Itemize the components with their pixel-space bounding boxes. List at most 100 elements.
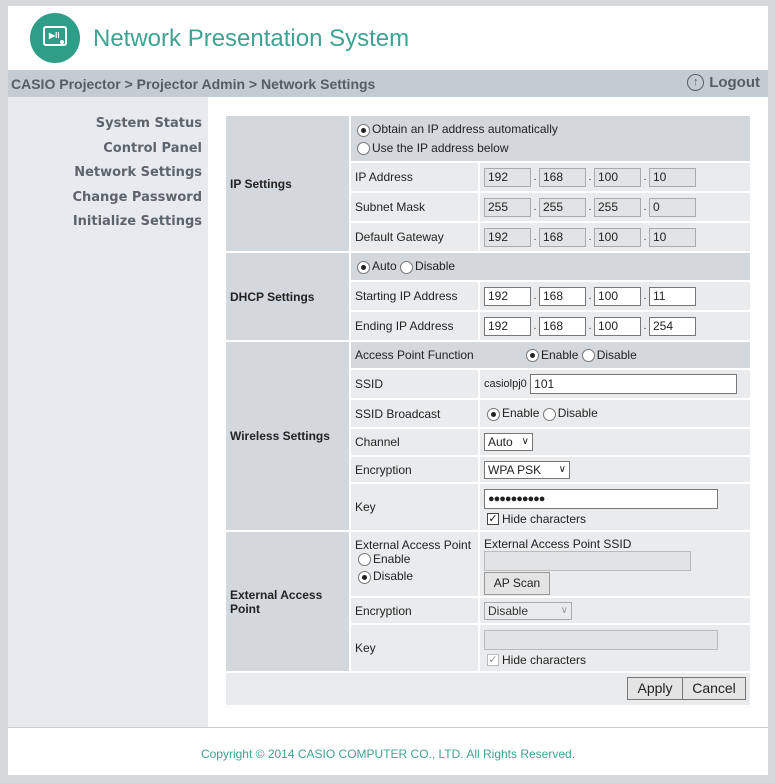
encryption-label: Encryption <box>351 457 480 484</box>
external-ap-enable-label: Enable <box>373 552 411 566</box>
starting-ip-octet-3[interactable]: 100 <box>594 286 641 306</box>
dhcp-disable-radio[interactable] <box>400 260 414 274</box>
starting-ip-octet-4[interactable]: 11 <box>649 286 696 306</box>
ending-ip-field: 192. 168. 100. 254 <box>480 312 750 342</box>
ip-address-octet-1[interactable]: 192 <box>484 167 531 187</box>
default-gateway-octet-4[interactable]: 10 <box>649 227 696 247</box>
external-access-point-label: External Access Point <box>226 532 351 673</box>
ap-scan-button[interactable]: AP Scan <box>484 572 550 595</box>
dhcp-auto-radio[interactable] <box>357 260 370 274</box>
channel-field: Auto ∨ <box>480 429 750 457</box>
ssid-prefix: casiolpj0 <box>484 378 527 391</box>
footer-divider <box>8 727 768 728</box>
external-ap-enable-radio[interactable] <box>358 553 371 567</box>
sidebar-item-change-password[interactable]: Change Password <box>72 190 202 205</box>
dhcp-disable-label: Disable <box>415 259 456 274</box>
ip-address-octet-3[interactable]: 100 <box>594 167 641 187</box>
ip-address-octet-2[interactable]: 168 <box>539 167 586 187</box>
hide-characters-checkbox[interactable]: ✓ <box>487 513 499 526</box>
ip-manual-label: Use the IP address below <box>372 140 509 155</box>
encryption-select[interactable]: WPA PSK ∨ <box>484 460 570 479</box>
subnet-mask-octet-3[interactable]: 255 <box>594 197 641 217</box>
external-ap-ssid-label: External Access Point SSID <box>484 537 632 551</box>
ip-address-label: IP Address <box>351 163 480 193</box>
dhcp-auto-label: Auto <box>372 259 397 274</box>
sidebar-item-system-status[interactable]: System Status <box>96 116 202 131</box>
subnet-mask-field: 255. 255. 255. 0 <box>480 193 750 223</box>
dhcp-mode-options: Auto Disable <box>351 253 750 282</box>
access-point-function-row: Access Point Function Enable Disable <box>351 342 750 370</box>
ending-ip-octet-4[interactable]: 254 <box>649 316 696 336</box>
external-encryption-value: Disable <box>488 603 529 618</box>
key-input[interactable]: ●●●●●●●●●● <box>484 488 718 509</box>
copyright: Copyright © 2014 CASIO COMPUTER CO., LTD… <box>200 747 576 761</box>
ssid-label: SSID <box>351 370 480 400</box>
encryption-value: WPA PSK <box>488 462 542 477</box>
ssid-input[interactable]: 101 <box>530 374 738 394</box>
sidebar-item-initialize-settings[interactable]: Initialize Settings <box>73 214 202 229</box>
chevron-down-icon: ∨ <box>558 463 566 475</box>
ip-mode-options: Obtain an IP address automatically Use t… <box>351 116 750 163</box>
channel-select[interactable]: Auto ∨ <box>484 433 533 451</box>
external-encryption-field: Disable ∨ <box>480 598 750 625</box>
subnet-mask-label: Subnet Mask <box>351 193 480 223</box>
chevron-down-icon: ∨ <box>560 604 568 616</box>
external-ap-function: External Access Point Enable Disable <box>351 532 480 598</box>
default-gateway-label: Default Gateway <box>351 223 480 253</box>
sidebar-item-network-settings[interactable]: Network Settings <box>74 165 202 180</box>
subnet-mask-octet-4[interactable]: 0 <box>649 197 696 217</box>
external-ap-ssid-field: External Access Point SSID AP Scan <box>480 532 750 598</box>
ip-address-octet-4[interactable]: 10 <box>649 167 696 187</box>
starting-ip-octet-1[interactable]: 192 <box>484 286 531 306</box>
default-gateway-octet-2[interactable]: 168 <box>539 227 586 247</box>
ssid-broadcast-options: Enable Disable <box>480 400 750 429</box>
external-key-input[interactable] <box>484 629 718 650</box>
ending-ip-octet-1[interactable]: 192 <box>484 316 531 336</box>
hide-characters-label: Hide characters <box>502 511 587 526</box>
logout-label: Logout <box>709 74 760 91</box>
external-ap-ssid-input[interactable] <box>484 551 691 571</box>
cancel-button[interactable]: Cancel <box>682 677 746 700</box>
ending-ip-label: Ending IP Address <box>351 312 480 342</box>
wireless-settings-label: Wireless Settings <box>226 342 351 532</box>
ip-auto-label: Obtain an IP address automatically <box>372 122 558 137</box>
ip-manual-radio[interactable] <box>357 141 370 155</box>
external-ap-disable-radio[interactable] <box>358 570 371 584</box>
ssid-broadcast-label: SSID Broadcast <box>351 400 480 429</box>
ap-function-disable-radio[interactable] <box>581 349 595 363</box>
default-gateway-octet-3[interactable]: 100 <box>594 227 641 247</box>
ssid-broadcast-disable-radio[interactable] <box>542 407 556 421</box>
external-hide-characters-label: Hide characters <box>502 652 587 667</box>
channel-label: Channel <box>351 429 480 457</box>
sidebar-item-control-panel[interactable]: Control Panel <box>103 141 202 156</box>
default-gateway-octet-1[interactable]: 192 <box>484 227 531 247</box>
ap-function-enable-radio[interactable] <box>526 349 539 363</box>
starting-ip-label: Starting IP Address <box>351 282 480 312</box>
starting-ip-octet-2[interactable]: 168 <box>539 286 586 306</box>
external-key-field: ✓ Hide characters <box>480 625 750 673</box>
subnet-mask-octet-2[interactable]: 255 <box>539 197 586 217</box>
ending-ip-octet-3[interactable]: 100 <box>594 316 641 336</box>
access-point-function-label: Access Point Function <box>355 347 474 362</box>
ip-address-field: 192. 168. 100. 10 <box>480 163 750 193</box>
subnet-mask-octet-1[interactable]: 255 <box>484 197 531 217</box>
external-encryption-select[interactable]: Disable ∨ <box>484 601 572 620</box>
up-arrow-circle-icon: ↑ <box>687 74 705 91</box>
action-bar: Apply Cancel <box>226 673 750 705</box>
sidebar: System Status Control Panel Network Sett… <box>8 97 208 727</box>
default-gateway-field: 192. 168. 100. 10 <box>480 223 750 253</box>
external-ap-function-label: External Access Point <box>355 538 472 552</box>
external-encryption-label: Encryption <box>351 598 480 625</box>
channel-value: Auto <box>488 435 513 449</box>
ip-auto-radio[interactable] <box>357 123 370 137</box>
header: ▶ll Network Presentation System <box>8 6 768 70</box>
external-hide-characters-checkbox[interactable]: ✓ <box>487 654 499 667</box>
ap-function-disable-label: Disable <box>596 347 637 362</box>
logout-button[interactable]: ↑ Logout <box>687 74 760 91</box>
projector-play-icon: ▶ll <box>30 13 80 63</box>
key-field: ●●●●●●●●●● ✓ Hide characters <box>480 484 750 532</box>
ssid-broadcast-enable-radio[interactable] <box>487 407 500 421</box>
external-key-label: Key <box>351 625 480 673</box>
apply-button[interactable]: Apply <box>627 677 683 700</box>
ending-ip-octet-2[interactable]: 168 <box>539 316 586 336</box>
